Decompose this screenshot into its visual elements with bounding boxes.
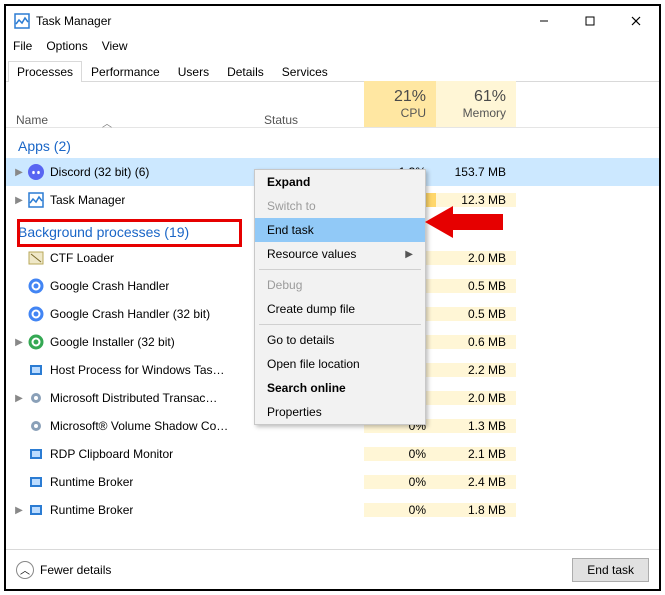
- process-memory: 0.5 MB: [436, 307, 516, 321]
- minimize-button[interactable]: [521, 6, 567, 36]
- annotation-arrow-icon: [425, 202, 505, 242]
- process-name: Runtime Broker: [50, 475, 133, 489]
- ctx-separator: [259, 269, 421, 270]
- column-header-status-label: Status: [264, 113, 298, 127]
- app-icon: [28, 362, 44, 378]
- tab-processes[interactable]: Processes: [8, 61, 82, 82]
- tab-details[interactable]: Details: [218, 61, 273, 82]
- process-cpu: 0%: [364, 503, 436, 517]
- fewer-details-link[interactable]: Fewer details: [40, 563, 111, 577]
- app-icon: [28, 446, 44, 462]
- app-icon: [28, 334, 44, 350]
- expand-icon[interactable]: ▶: [12, 393, 26, 404]
- process-row[interactable]: ▶ Runtime Broker 0%1.8 MB: [6, 496, 659, 524]
- process-memory: 2.4 MB: [436, 475, 516, 489]
- process-name: Microsoft Distributed Transac…: [50, 391, 217, 405]
- app-icon: [28, 250, 44, 266]
- ctx-go-to-details[interactable]: Go to details: [255, 328, 425, 352]
- process-name: Microsoft® Volume Shadow Co…: [50, 419, 228, 433]
- process-row[interactable]: RDP Clipboard Monitor 0%2.1 MB: [6, 440, 659, 468]
- process-memory: 0.5 MB: [436, 279, 516, 293]
- process-memory: 2.1 MB: [436, 447, 516, 461]
- tab-users[interactable]: Users: [169, 61, 218, 82]
- column-header-name[interactable]: ︿ Name: [6, 113, 264, 127]
- end-task-button[interactable]: End task: [572, 558, 649, 582]
- ctx-resource-values[interactable]: Resource values ▶: [255, 242, 425, 266]
- tab-services[interactable]: Services: [273, 61, 337, 82]
- memory-usage-percent: 61%: [474, 88, 506, 106]
- ctx-search-online[interactable]: Search online: [255, 376, 425, 400]
- ctx-expand[interactable]: Expand: [255, 170, 425, 194]
- ctx-properties[interactable]: Properties: [255, 400, 425, 424]
- process-name: Runtime Broker: [50, 503, 133, 517]
- process-row[interactable]: Runtime Broker 0%2.4 MB: [6, 468, 659, 496]
- process-name: Discord (32 bit) (6): [50, 165, 149, 179]
- process-cpu: 0%: [364, 475, 436, 489]
- app-icon: [28, 278, 44, 294]
- process-memory: 2.0 MB: [436, 391, 516, 405]
- process-name: Google Crash Handler: [50, 279, 169, 293]
- menu-view[interactable]: View: [102, 39, 128, 53]
- process-cpu: 0%: [364, 447, 436, 461]
- process-name: Google Crash Handler (32 bit): [50, 307, 210, 321]
- column-header-memory[interactable]: 61% Memory: [436, 81, 516, 127]
- process-name: Host Process for Windows Tas…: [50, 363, 225, 377]
- process-memory: 153.7 MB: [436, 165, 516, 179]
- expand-icon[interactable]: ▶: [12, 505, 26, 516]
- column-header-status[interactable]: Status: [264, 113, 364, 127]
- menubar: File Options View: [6, 36, 659, 56]
- group-header-apps: Apps (2): [6, 128, 659, 158]
- app-icon: [28, 306, 44, 322]
- ctx-open-file-location[interactable]: Open file location: [255, 352, 425, 376]
- gear-icon: [28, 418, 44, 434]
- task-manager-icon: [14, 13, 30, 29]
- gear-icon: [28, 390, 44, 406]
- ctx-separator: [259, 324, 421, 325]
- process-memory: 2.2 MB: [436, 363, 516, 377]
- column-header-name-label: Name: [16, 113, 48, 127]
- column-headers: ︿ Name Status 21% CPU 61% Memory: [6, 82, 659, 128]
- memory-label: Memory: [463, 106, 506, 120]
- process-memory: 1.8 MB: [436, 503, 516, 517]
- column-header-cpu[interactable]: 21% CPU: [364, 81, 436, 127]
- tab-performance[interactable]: Performance: [82, 61, 169, 82]
- titlebar: Task Manager: [6, 6, 659, 36]
- maximize-button[interactable]: [567, 6, 613, 36]
- chevron-up-icon[interactable]: ︿: [16, 561, 34, 579]
- tabstrip: Processes Performance Users Details Serv…: [6, 58, 659, 82]
- expand-icon[interactable]: ▶: [12, 195, 26, 206]
- menu-file[interactable]: File: [13, 39, 32, 53]
- cpu-usage-percent: 21%: [394, 88, 426, 106]
- process-memory: 0.6 MB: [436, 335, 516, 349]
- ctx-debug: Debug: [255, 273, 425, 297]
- ctx-resource-values-label: Resource values: [267, 247, 356, 261]
- process-name: Google Installer (32 bit): [50, 335, 175, 349]
- process-name: CTF Loader: [50, 251, 114, 265]
- process-name: Task Manager: [50, 193, 125, 207]
- close-button[interactable]: [613, 6, 659, 36]
- footer: ︿ Fewer details End task: [6, 549, 659, 589]
- menu-options[interactable]: Options: [46, 39, 87, 53]
- window-title: Task Manager: [36, 14, 111, 28]
- process-name: RDP Clipboard Monitor: [50, 447, 173, 461]
- task-manager-icon: [28, 192, 44, 208]
- app-icon: [28, 474, 44, 490]
- expand-icon[interactable]: ▶: [12, 337, 26, 348]
- submenu-arrow-icon: ▶: [405, 249, 413, 260]
- process-memory: 2.0 MB: [436, 251, 516, 265]
- process-memory: 1.3 MB: [436, 419, 516, 433]
- ctx-end-task[interactable]: End task: [255, 218, 425, 242]
- app-icon: [28, 502, 44, 518]
- discord-icon: [28, 164, 44, 180]
- expand-icon[interactable]: ▶: [12, 167, 26, 178]
- cpu-label: CPU: [401, 106, 426, 120]
- ctx-create-dump[interactable]: Create dump file: [255, 297, 425, 321]
- ctx-switch-to: Switch to: [255, 194, 425, 218]
- context-menu: Expand Switch to End task Resource value…: [254, 169, 426, 425]
